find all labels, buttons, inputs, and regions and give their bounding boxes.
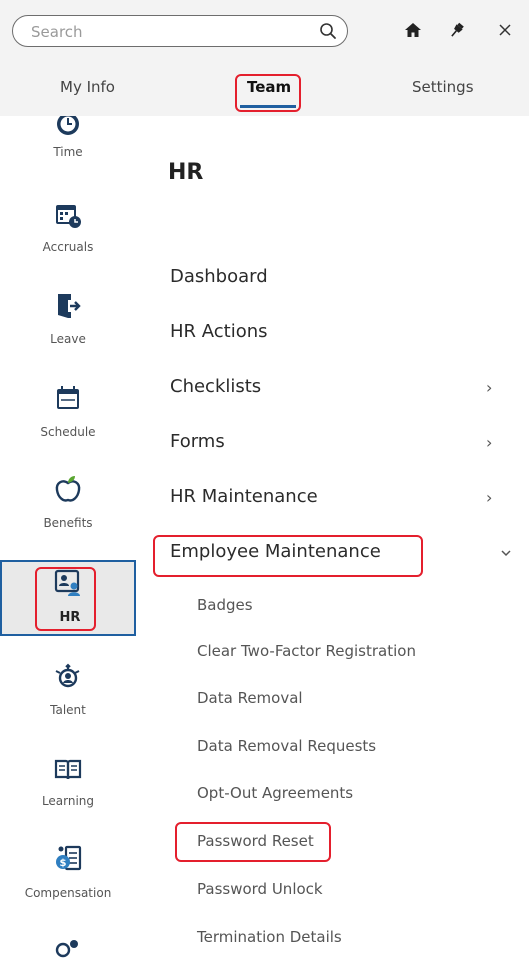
- menu-item-hr-maintenance[interactable]: HR Maintenance: [170, 486, 318, 507]
- svg-text:$: $: [60, 858, 67, 869]
- menu-item-dashboard[interactable]: Dashboard: [170, 266, 268, 287]
- nav-item-label: Learning: [41, 794, 95, 808]
- nav-item-leave[interactable]: Leave: [0, 286, 136, 356]
- nav-item-schedule[interactable]: Schedule: [0, 378, 136, 448]
- nav-item-accruals[interactable]: Accruals: [0, 196, 136, 266]
- top-bar: [0, 0, 529, 62]
- nav-item-label: Benefits: [43, 516, 93, 530]
- nav-item-talent[interactable]: Talent: [0, 660, 136, 730]
- nav-item-label: Compensation: [24, 886, 112, 900]
- menu-item-checklists[interactable]: Checklists: [170, 376, 261, 397]
- close-icon[interactable]: [494, 19, 516, 41]
- nav-item-label: HR: [59, 610, 81, 625]
- submenu-item-badges[interactable]: Badges: [197, 596, 253, 614]
- nav-item-label: Accruals: [42, 240, 94, 254]
- chevron-right-icon[interactable]: ›: [486, 378, 492, 397]
- nav-item-compensation[interactable]: $ Compensation: [0, 844, 136, 914]
- nav-item-label: Time: [53, 145, 83, 159]
- people-icon[interactable]: [52, 936, 84, 958]
- nav-item-label: Leave: [50, 332, 86, 346]
- pin-icon[interactable]: [446, 19, 468, 41]
- search-input[interactable]: [29, 20, 303, 44]
- search-icon[interactable]: [319, 22, 337, 40]
- calendar-clock-icon: [56, 205, 81, 228]
- calendar-icon: [57, 386, 79, 409]
- hr-menu-panel: HR Dashboard HR Actions Checklists › For…: [136, 116, 529, 958]
- active-tab-underline: [240, 105, 296, 108]
- submenu-item-clear-two-factor[interactable]: Clear Two-Factor Registration: [197, 642, 416, 660]
- nav-item-learning[interactable]: Learning: [0, 752, 136, 822]
- chevron-right-icon[interactable]: ›: [486, 433, 492, 452]
- tab-team[interactable]: Team: [247, 78, 291, 96]
- nav-item-hr[interactable]: HR: [0, 560, 136, 636]
- chevron-right-icon[interactable]: ›: [486, 488, 492, 507]
- left-nav: Time Accruals Leave Schedule Benefits HR…: [0, 116, 136, 958]
- id-badge-icon: [54, 569, 80, 596]
- clock-icon: [57, 116, 79, 135]
- submenu-item-password-reset[interactable]: Password Reset: [197, 832, 314, 850]
- menu-item-employee-maintenance[interactable]: Employee Maintenance: [170, 541, 381, 562]
- submenu-item-password-unlock[interactable]: Password Unlock: [197, 880, 323, 898]
- submenu-item-data-removal[interactable]: Data Removal: [197, 689, 303, 707]
- nav-item-benefits[interactable]: Benefits: [0, 468, 136, 538]
- submenu-item-termination-details[interactable]: Termination Details: [197, 928, 342, 946]
- menu-item-hr-actions[interactable]: HR Actions: [170, 321, 268, 342]
- submenu-item-opt-out-agreements[interactable]: Opt-Out Agreements: [197, 784, 353, 802]
- nav-item-label: Schedule: [40, 425, 96, 439]
- tab-my-info[interactable]: My Info: [60, 78, 115, 96]
- nav-item-label: Talent: [50, 703, 86, 717]
- money-document-icon: $: [56, 845, 82, 871]
- home-icon[interactable]: [402, 19, 424, 41]
- search-box[interactable]: [12, 15, 348, 47]
- apple-icon: [55, 476, 81, 502]
- talent-person-icon: [55, 663, 80, 688]
- exit-door-icon: [58, 294, 81, 318]
- chevron-down-icon[interactable]: [500, 548, 512, 558]
- submenu-item-data-removal-requests[interactable]: Data Removal Requests: [197, 737, 376, 755]
- tab-settings[interactable]: Settings: [412, 78, 474, 96]
- nav-item-time[interactable]: Time: [0, 116, 136, 186]
- book-icon: [54, 759, 82, 780]
- section-title: HR: [168, 160, 204, 185]
- menu-item-forms[interactable]: Forms: [170, 431, 225, 452]
